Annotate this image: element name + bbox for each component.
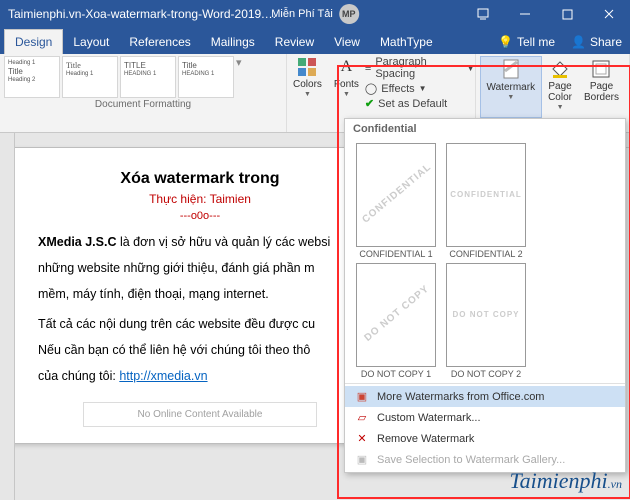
save-to-gallery: ▣Save Selection to Watermark Gallery... — [345, 449, 625, 470]
share-icon: 👤 — [571, 35, 586, 49]
paragraph: Nếu cần bạn có thể liên hệ với chúng tôi… — [38, 340, 362, 360]
ribbon-options-icon[interactable] — [462, 0, 504, 28]
save-icon: ▣ — [355, 453, 369, 466]
tab-references[interactable]: References — [119, 30, 200, 54]
page-borders-button[interactable]: Page Borders — [578, 56, 625, 118]
fonts-button[interactable]: A Fonts▼ — [328, 54, 365, 116]
tab-mailings[interactable]: Mailings — [201, 30, 265, 54]
paragraph: những website những giới thiệu, đánh giá… — [38, 258, 362, 278]
watermark-preset[interactable]: DO NOT COPY DO NOT COPY 2 — [443, 263, 529, 379]
tab-design[interactable]: Design — [4, 29, 63, 54]
link[interactable]: http://xmedia.vn — [119, 369, 207, 383]
effects-icon: ◯ — [365, 82, 377, 95]
colors-icon — [296, 56, 318, 78]
gallery-more-icon[interactable]: ▾ — [236, 56, 246, 69]
paragraph: XMedia J.S.C là đơn vị sở hữu và quản lý… — [38, 232, 362, 252]
dropdown-header: Confidential — [345, 119, 625, 139]
lightbulb-icon: 💡 — [498, 35, 513, 49]
avatar[interactable]: MP — [339, 4, 359, 24]
style-thumb[interactable]: Heading 1TitleHeading 2 — [4, 56, 60, 98]
share-button[interactable]: 👤Share — [563, 30, 630, 54]
paragraph: mềm, máy tính, điện thoại, mạng internet… — [38, 284, 362, 304]
paragraph-spacing[interactable]: ≡Paragraph Spacing ▼ — [365, 56, 475, 80]
set-default[interactable]: ✔Set as Default — [365, 97, 475, 110]
maximize-icon[interactable] — [546, 0, 588, 28]
tab-mathtype[interactable]: MathType — [370, 30, 443, 54]
document-title: Taimienphi.vn-Xoa-watermark-trong-Word-2… — [8, 7, 278, 21]
watermark-icon — [500, 59, 522, 81]
style-thumb[interactable]: TitleHeading 1 — [62, 56, 118, 98]
bucket-icon — [549, 58, 571, 80]
watermark-dropdown: Confidential CONFIDENTIAL CONFIDENTIAL 1… — [344, 118, 626, 473]
no-online-content: No Online Content Available — [83, 402, 317, 427]
fonts-icon: A — [335, 56, 357, 78]
tab-review[interactable]: Review — [265, 30, 324, 54]
style-gallery[interactable]: Heading 1TitleHeading 2 TitleHeading 1 T… — [4, 56, 282, 98]
watermark-logo: Taimienphi.vn — [509, 468, 622, 494]
watermark-preset[interactable]: CONFIDENTIAL CONFIDENTIAL 2 — [443, 143, 529, 259]
style-thumb[interactable]: TITLEHEADING 1 — [120, 56, 176, 98]
colors-button[interactable]: Colors▼ — [287, 54, 328, 116]
watermark-preset[interactable]: DO NOT COPY DO NOT COPY 1 — [353, 263, 439, 379]
remove-icon: ✕ — [355, 432, 369, 445]
vertical-ruler — [0, 133, 15, 500]
tell-me[interactable]: 💡Tell me — [490, 30, 563, 54]
page-subtitle: Thực hiện: Taimien — [38, 192, 362, 206]
style-thumb[interactable]: TitleHEADING 1 — [178, 56, 234, 98]
tab-layout[interactable]: Layout — [63, 30, 119, 54]
custom-icon: ▱ — [355, 411, 369, 424]
page-color-button[interactable]: Page Color▼ — [542, 56, 578, 118]
paragraph: Tất cả các nội dung trên các website đều… — [38, 314, 362, 334]
paragraph: của chúng tôi: http://xmedia.vn — [38, 366, 362, 386]
document-page[interactable]: Xóa watermark trong Thực hiện: Taimien -… — [15, 147, 391, 444]
tab-view[interactable]: View — [324, 30, 370, 54]
spacing-icon: ≡ — [365, 62, 371, 74]
page-title: Xóa watermark trong — [38, 170, 362, 188]
page-separator: ---o0o--- — [38, 210, 362, 222]
borders-icon — [590, 58, 612, 80]
account-label: Miễn Phí Tải — [271, 8, 333, 20]
watermark-button[interactable]: Watermark▼ — [480, 56, 543, 118]
watermark-preset[interactable]: CONFIDENTIAL CONFIDENTIAL 1 — [353, 143, 439, 259]
more-watermarks[interactable]: ▣More Watermarks from Office.com — [345, 386, 625, 407]
title-bar: Taimienphi.vn-Xoa-watermark-trong-Word-2… — [0, 0, 630, 28]
office-icon: ▣ — [355, 390, 369, 403]
remove-watermark[interactable]: ✕Remove Watermark — [345, 428, 625, 449]
check-icon: ✔ — [365, 97, 374, 110]
ribbon-tabs: Design Layout References Mailings Review… — [0, 28, 630, 54]
effects[interactable]: ◯Effects ▼ — [365, 82, 475, 95]
close-icon[interactable] — [588, 0, 630, 28]
group-label: Document Formatting — [4, 98, 282, 112]
custom-watermark[interactable]: ▱Custom Watermark... — [345, 407, 625, 428]
minimize-icon[interactable] — [504, 0, 546, 28]
